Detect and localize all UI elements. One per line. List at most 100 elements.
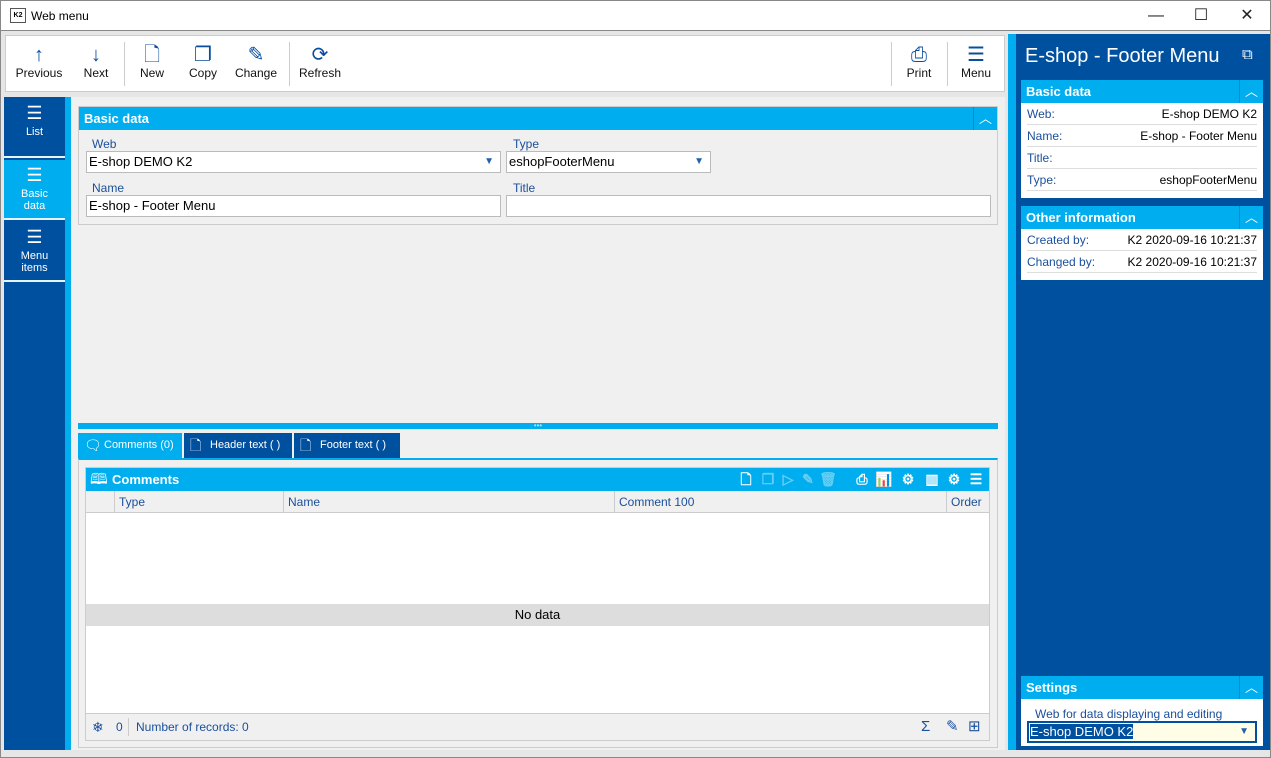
bulleted-list-icon: ☰ (26, 165, 43, 185)
row-value: eshopFooterMenu (1159, 173, 1257, 187)
external-link-icon[interactable]: ⧉ (1242, 46, 1253, 63)
document-icon: 🗋 (190, 437, 202, 453)
column-name[interactable]: Name (284, 491, 615, 513)
hamburger-icon[interactable]: ☰ (966, 468, 986, 491)
print-button[interactable]: ⎙ Print (900, 36, 938, 91)
other-info-card: Other information ︿ Created by: K2 2020-09… (1021, 206, 1263, 280)
side-nav: ☰ List ☰ Basic data ☰ Menu items (4, 97, 65, 750)
snowflake-icon[interactable]: ❄ (92, 714, 104, 740)
row-value: K2 2020-09-16 10:21:37 (1127, 255, 1257, 269)
info-row: Type: eshopFooterMenu (1027, 169, 1257, 191)
column-order[interactable]: Order (947, 491, 989, 513)
divider (891, 42, 892, 86)
card-header: Other information ︿ (1021, 206, 1263, 229)
row-key: Created by: (1027, 233, 1090, 247)
info-row: Created by: K2 2020-09-16 10:21:37 (1027, 229, 1257, 251)
row-value: K2 2020-09-16 10:21:37 (1127, 233, 1257, 247)
collapse-icon[interactable]: ︿ (1239, 80, 1263, 103)
columns-icon[interactable]: ▥ (922, 468, 942, 491)
dropdown-icon[interactable]: ▼ (484, 152, 494, 172)
row-key: Type: (1027, 173, 1057, 187)
dropdown-icon[interactable]: ▼ (694, 152, 704, 172)
dropdown-icon[interactable]: ▼ (1239, 723, 1249, 741)
web-label: Web (92, 137, 117, 151)
new-button[interactable]: 🗋 New (134, 36, 170, 91)
list-icon: ☰ (26, 103, 43, 123)
copy-icon[interactable]: ❐ (758, 468, 778, 491)
divider (289, 42, 290, 86)
web-field[interactable]: E-shop DEMO K2 ▼ (86, 151, 501, 173)
previous-label: Previous (15, 66, 63, 80)
next-button[interactable]: ↓ Next (76, 36, 116, 91)
chart-icon[interactable]: 📊 (874, 468, 894, 491)
arrow-down-icon: ↓ (91, 44, 101, 66)
tab-header-text[interactable]: 🗋 Header text ( ) (184, 433, 292, 458)
copy-button[interactable]: ❐ Copy (183, 36, 223, 91)
edit-icon[interactable]: ✎ (946, 714, 959, 740)
tab-comments[interactable]: 🗨 Comments (0) (78, 433, 182, 458)
record-count: Number of records: 0 (136, 720, 249, 734)
panel-title: E-shop - Footer Menu (1025, 45, 1220, 67)
change-label: Change (234, 66, 278, 80)
card-title: Basic data (1026, 84, 1092, 99)
new-document-icon: 🗋 (143, 44, 161, 66)
column-headers: Type Name Comment 100 Order (86, 491, 989, 513)
title-field[interactable] (506, 195, 991, 217)
info-row: Name: E-shop - Footer Menu (1027, 125, 1257, 147)
settings-label: Web for data displaying and editing (1035, 707, 1223, 721)
copy-icon: ❐ (194, 44, 212, 66)
previous-button[interactable]: ↑ Previous (12, 36, 66, 91)
minimize-button[interactable]: — (1133, 1, 1179, 31)
divider (124, 42, 125, 86)
nav-item-list[interactable]: ☰ List (4, 98, 65, 158)
play-icon[interactable]: ▷ (778, 468, 798, 491)
menu-label: Menu (960, 66, 992, 80)
web-value: E-shop DEMO K2 (89, 154, 193, 169)
arrow-up-icon: ↑ (34, 44, 44, 66)
sum-icon[interactable]: Σ (921, 714, 930, 740)
settings-card: Settings ︿ Web for data displaying and ed… (1021, 676, 1263, 746)
new-record-icon[interactable]: 🗋 (736, 468, 756, 491)
filter-icon[interactable]: ⚙ (898, 468, 918, 491)
collapse-icon[interactable]: ︿ (1239, 676, 1263, 699)
no-data-message: No data (86, 604, 989, 626)
row-key: Title: (1027, 151, 1053, 165)
panel-splitter[interactable] (1008, 34, 1016, 750)
refresh-icon: ⟳ (311, 44, 329, 66)
settings-icon[interactable]: ⚙ (944, 468, 964, 491)
tab-footer-text[interactable]: 🗋 Footer text ( ) (294, 433, 400, 458)
row-selector-header (86, 491, 115, 513)
nav-label: Basic data (21, 188, 48, 212)
splitter[interactable]: ••• (78, 422, 998, 430)
collapse-icon[interactable]: ︿ (1239, 206, 1263, 229)
maximize-button[interactable]: ☐ (1178, 1, 1224, 31)
divider (947, 42, 948, 86)
type-field[interactable]: eshopFooterMenu ▼ (506, 151, 711, 173)
toolbar: ↑ Previous ↓ Next 🗋 New ❐ Copy ✎ Change ⟳ Refr… (5, 35, 1005, 92)
collapse-icon[interactable]: ︿ (973, 107, 997, 130)
column-type[interactable]: Type (115, 491, 284, 513)
app-icon: K2 (10, 8, 26, 23)
add-document-icon[interactable]: ⊞ (968, 714, 981, 740)
delete-icon[interactable]: 🗑 (818, 468, 838, 491)
nav-label: List (25, 126, 44, 138)
refresh-button[interactable]: ⟳ Refresh (298, 36, 342, 91)
settings-web-field[interactable]: E-shop DEMO K2 ▼ (1027, 721, 1257, 743)
close-button[interactable]: ✕ (1224, 1, 1270, 31)
grid-footer: ❄ 0 Number of records: 0 Σ ✎ ⊞ (86, 713, 989, 740)
nav-item-menu-items[interactable]: ☰ Menu items (4, 222, 65, 282)
name-field[interactable]: E-shop - Footer Menu (86, 195, 501, 217)
menu-button[interactable]: ☰ Menu (956, 36, 996, 91)
row-value: E-shop - Footer Menu (1140, 129, 1257, 143)
nav-item-basic-data[interactable]: ☰ Basic data (4, 160, 65, 220)
print-icon[interactable]: ⎙ (852, 468, 872, 491)
type-value: eshopFooterMenu (509, 154, 615, 169)
tab-label: Header text ( ) (210, 439, 281, 451)
section-header: Basic data ︿ (79, 107, 997, 130)
change-button[interactable]: ✎ Change (232, 36, 280, 91)
card-title: Other information (1026, 210, 1136, 225)
column-comment[interactable]: Comment 100 (615, 491, 947, 513)
title-label: Title (513, 181, 536, 195)
grid-header: 🕮 Comments 🗋 ❐ ▷ ✎ 🗑 ⎙ 📊 ⚙ ▥ ⚙ ☰ (86, 468, 989, 491)
edit-icon[interactable]: ✎ (798, 468, 818, 491)
